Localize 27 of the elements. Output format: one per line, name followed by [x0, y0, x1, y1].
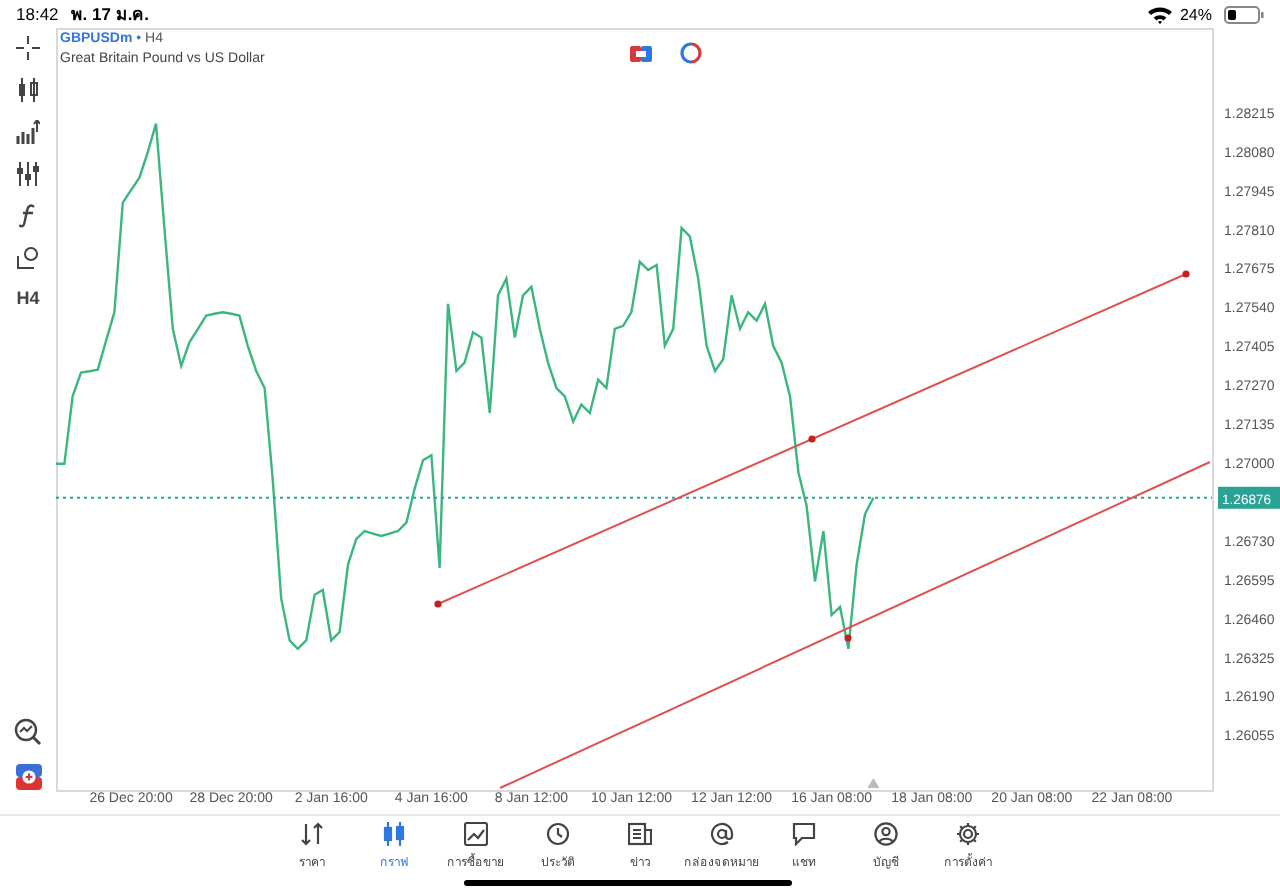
wifi-icon — [1147, 5, 1172, 23]
timeframe-button[interactable]: H4 — [16, 288, 40, 308]
candlestick-icon[interactable] — [16, 78, 40, 102]
line-chart-icon — [464, 822, 488, 846]
sliders-icon[interactable] — [16, 162, 40, 186]
function-icon[interactable] — [18, 204, 38, 228]
at-sign-icon — [710, 822, 734, 846]
app-logo-icon[interactable] — [15, 764, 41, 790]
triangle-marker-icon — [867, 778, 880, 788]
person-icon — [874, 822, 898, 846]
speech-bubble-icon — [792, 822, 816, 846]
clock-icon — [546, 822, 570, 846]
trend-line[interactable] — [434, 270, 1190, 608]
candlestick-icon — [382, 822, 406, 846]
one-click-trading-icon[interactable] — [630, 46, 652, 62]
bar-chart-icon[interactable] — [16, 120, 40, 144]
settings-icon — [956, 822, 980, 846]
battery-icon — [1224, 5, 1264, 23]
chart-search-icon[interactable] — [14, 718, 42, 746]
status-time: 18:42 — [16, 4, 59, 24]
newspaper-icon — [628, 822, 652, 846]
signal-ring-icon[interactable] — [680, 42, 702, 64]
crosshair-icon[interactable] — [16, 36, 40, 60]
shapes-icon[interactable] — [16, 246, 40, 270]
arrows-icon — [300, 822, 324, 846]
battery-percent: 24% — [1179, 5, 1212, 23]
status-date: พ. 17 ม.ค. — [70, 2, 150, 28]
